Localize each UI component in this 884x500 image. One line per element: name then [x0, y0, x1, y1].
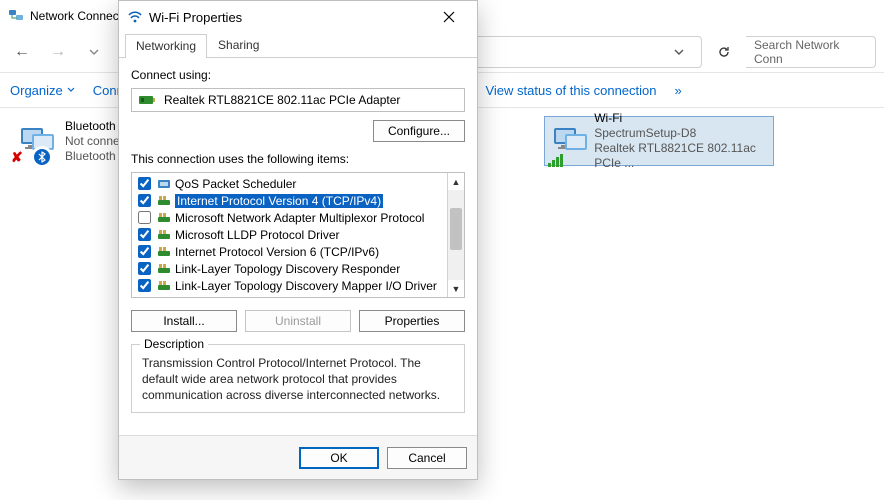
search-placeholder: Search Network Conn	[754, 38, 867, 66]
connection-device: Realtek RTL8821CE 802.11ac PCIe ...	[594, 141, 769, 171]
wifi-icon	[127, 9, 143, 25]
component-label: QoS Packet Scheduler	[175, 177, 296, 191]
command-overflow[interactable]: »	[675, 83, 682, 98]
connect-using-label: Connect using:	[131, 68, 465, 82]
search-box[interactable]: Search Network Conn	[746, 36, 876, 68]
items-label: This connection uses the following items…	[131, 152, 465, 166]
component-checkbox[interactable]	[138, 211, 151, 224]
configure-button[interactable]: Configure...	[373, 120, 465, 142]
dialog-title: Wi-Fi Properties	[149, 10, 242, 25]
protocol-icon	[157, 245, 171, 259]
component-item[interactable]: Microsoft LLDP Protocol Driver	[132, 226, 447, 243]
wifi-connection-icon	[549, 118, 588, 164]
tab-strip: Networking Sharing	[119, 33, 477, 58]
uninstall-button[interactable]: Uninstall	[245, 310, 351, 332]
connection-status: SpectrumSetup-D8	[594, 126, 769, 141]
bluetooth-badge-icon	[31, 146, 53, 168]
component-item[interactable]: Microsoft Network Adapter Multiplexor Pr…	[132, 209, 447, 226]
service-icon	[157, 177, 171, 191]
refresh-button[interactable]	[710, 38, 738, 66]
component-item[interactable]: Internet Protocol Version 6 (TCP/IPv6)	[132, 243, 447, 260]
component-label: Internet Protocol Version 6 (TCP/IPv6)	[175, 245, 379, 259]
component-label: Microsoft Network Adapter Multiplexor Pr…	[175, 211, 424, 225]
items-listbox[interactable]: QoS Packet Scheduler Internet Protocol Ve…	[131, 172, 465, 298]
wifi-properties-dialog: Wi-Fi Properties Networking Sharing Conn…	[118, 0, 478, 480]
connection-item-wifi[interactable]: Wi-Fi SpectrumSetup-D8 Realtek RTL8821CE…	[544, 116, 774, 166]
component-label: Link-Layer Topology Discovery Responder	[175, 262, 400, 276]
adapter-icon	[138, 93, 156, 107]
scroll-down-button[interactable]: ▼	[448, 280, 464, 297]
connection-name: Wi-Fi	[594, 111, 769, 126]
scroll-up-button[interactable]: ▲	[448, 173, 464, 190]
component-checkbox[interactable]	[138, 177, 151, 190]
adapter-name: Realtek RTL8821CE 802.11ac PCIe Adapter	[164, 93, 400, 107]
ok-button[interactable]: OK	[299, 447, 379, 469]
component-item[interactable]: QoS Packet Scheduler	[132, 175, 447, 192]
component-item[interactable]: Internet Protocol Version 4 (TCP/IPv4)	[132, 192, 447, 209]
component-checkbox[interactable]	[138, 194, 151, 207]
dialog-titlebar[interactable]: Wi-Fi Properties	[119, 1, 477, 33]
component-checkbox[interactable]	[138, 228, 151, 241]
network-connections-icon	[8, 8, 24, 24]
organize-menu[interactable]: Organize	[10, 83, 75, 98]
component-label: Link-Layer Topology Discovery Mapper I/O…	[175, 279, 437, 293]
tab-sharing[interactable]: Sharing	[207, 33, 270, 57]
bluetooth-connection-icon: ✘	[13, 118, 59, 164]
tab-networking[interactable]: Networking	[125, 34, 207, 58]
component-checkbox[interactable]	[138, 279, 151, 292]
component-checkbox[interactable]	[138, 262, 151, 275]
component-item[interactable]: Link-Layer Topology Discovery Mapper I/O…	[132, 277, 447, 294]
scroll-thumb[interactable]	[450, 208, 462, 250]
protocol-icon	[157, 279, 171, 293]
close-button[interactable]	[429, 3, 469, 31]
back-button[interactable]: ←	[8, 38, 36, 66]
disconnected-x-icon: ✘	[11, 149, 23, 166]
dialog-footer: OK Cancel	[119, 435, 477, 479]
cancel-button[interactable]: Cancel	[387, 447, 467, 469]
protocol-icon	[157, 262, 171, 276]
description-label: Description	[140, 337, 208, 351]
adapter-field: Realtek RTL8821CE 802.11ac PCIe Adapter	[131, 88, 465, 112]
component-checkbox[interactable]	[138, 245, 151, 258]
protocol-icon	[157, 228, 171, 242]
protocol-icon	[157, 211, 171, 225]
close-icon	[443, 11, 455, 23]
forward-button[interactable]: →	[44, 38, 72, 66]
recent-locations-button[interactable]	[80, 38, 108, 66]
description-text: Transmission Control Protocol/Internet P…	[142, 355, 454, 404]
description-group: Description Transmission Control Protoco…	[131, 344, 465, 413]
properties-button[interactable]: Properties	[359, 310, 465, 332]
items-scrollbar[interactable]: ▲ ▼	[447, 173, 464, 297]
component-label: Internet Protocol Version 4 (TCP/IPv4)	[175, 194, 383, 208]
component-item[interactable]: Link-Layer Topology Discovery Responder	[132, 260, 447, 277]
signal-bars-icon	[548, 153, 566, 167]
view-status-cmd[interactable]: View status of this connection	[485, 83, 656, 98]
protocol-icon	[157, 194, 171, 208]
component-label: Microsoft LLDP Protocol Driver	[175, 228, 340, 242]
install-button[interactable]: Install...	[131, 310, 237, 332]
address-dropdown-button[interactable]	[665, 38, 693, 66]
